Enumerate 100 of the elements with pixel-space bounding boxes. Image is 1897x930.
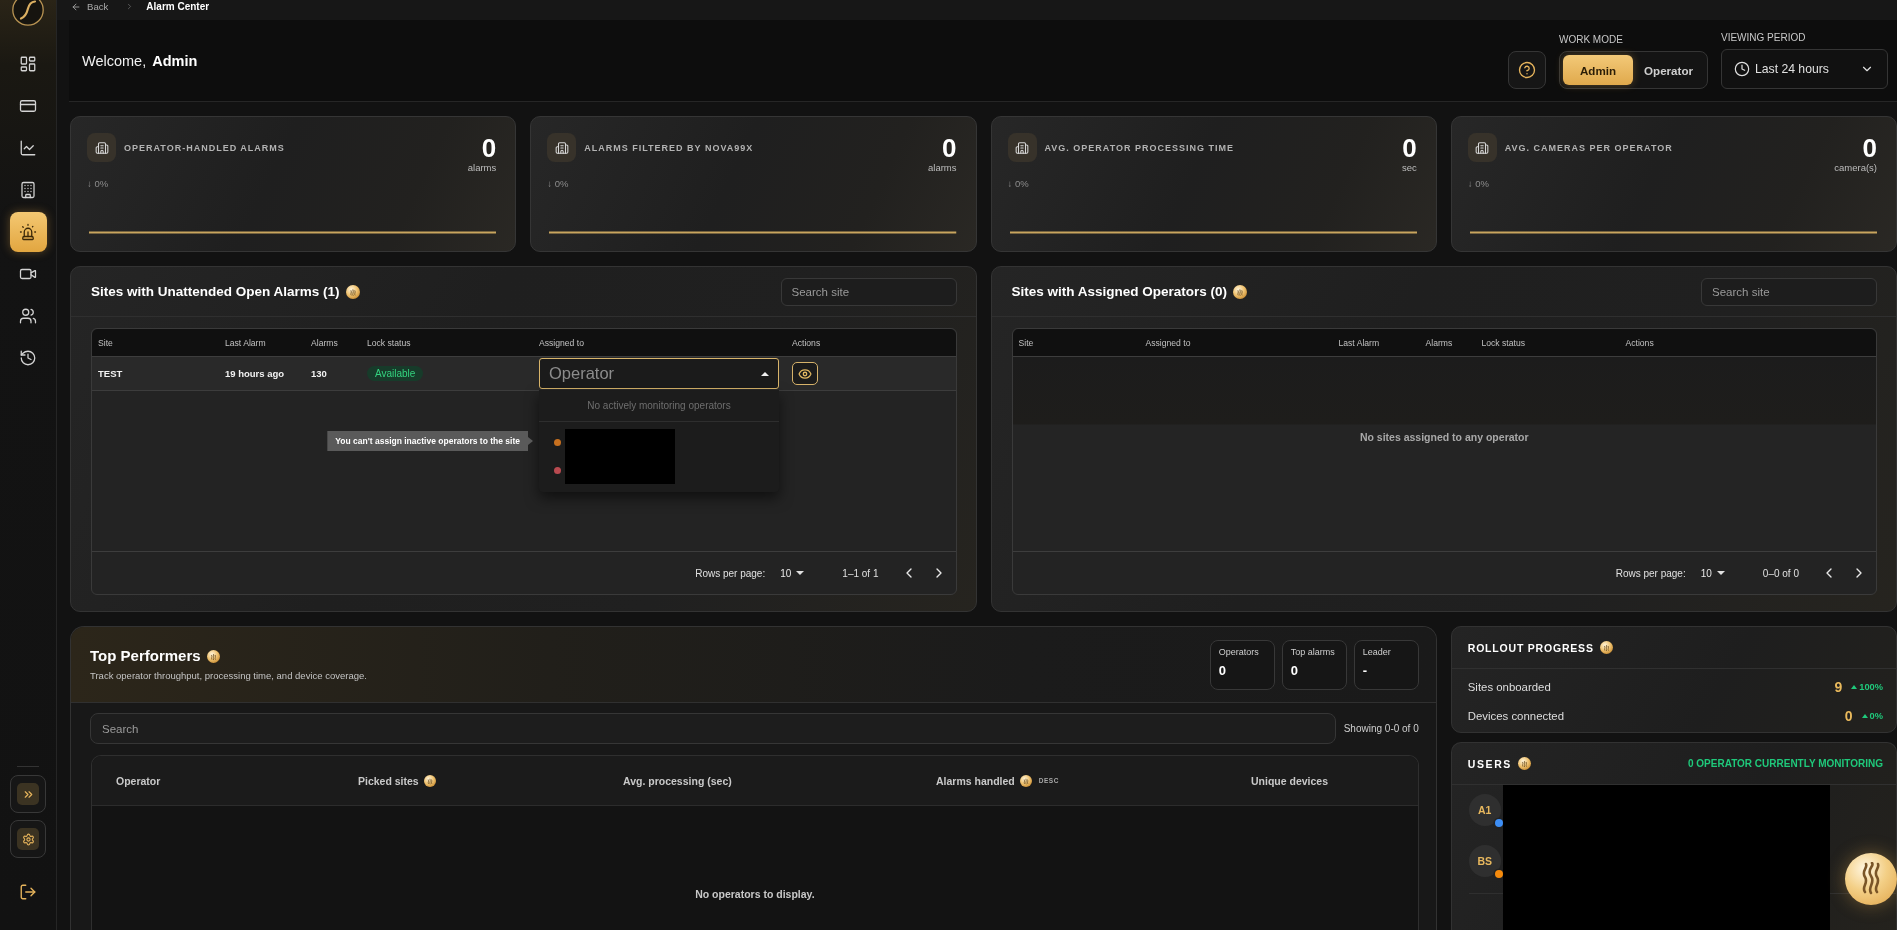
siren-icon <box>19 223 37 241</box>
rows-per-page-select[interactable]: 10 <box>780 567 805 579</box>
column-header: Avg. processing (sec) <box>623 774 732 787</box>
field-label: WORK MODE <box>1558 34 1623 46</box>
chip-value: 0 <box>1218 662 1226 678</box>
line-chart-icon <box>19 139 37 157</box>
metric-value: 9 <box>1834 679 1843 695</box>
rows-per-page-select[interactable]: 10 <box>1700 567 1725 579</box>
empty-message: No sites assigned to any operator <box>1359 431 1529 443</box>
stat-title: AVG. CAMERAS PER OPERATOR <box>1504 142 1673 153</box>
metric-value: 0 <box>1844 708 1853 724</box>
sidebar-item[interactable] <box>9 212 47 252</box>
help-button[interactable] <box>1507 51 1546 89</box>
metric-change: 0% <box>1869 711 1883 721</box>
column-header: Operator <box>116 774 161 787</box>
building-icon <box>547 133 577 162</box>
search-field[interactable]: Search <box>90 713 1336 744</box>
pagination-range: 0–0 of 0 <box>1762 567 1799 579</box>
history-icon <box>19 349 37 367</box>
up-triangle-icon <box>1861 714 1868 718</box>
stat-change: ↓ 0% <box>1007 178 1029 190</box>
status-badge: Available <box>367 366 424 381</box>
mode-option[interactable]: Admin <box>1562 55 1634 85</box>
stat-unit: alarms <box>467 162 497 174</box>
stat-value: 0 <box>1402 134 1417 162</box>
panel-subtitle: Track operator throughput, processing time, and device coverage. <box>90 670 367 682</box>
table-cell: 130 <box>311 368 327 379</box>
stat-unit: sec <box>1401 162 1417 174</box>
column-header: Site <box>98 337 113 348</box>
welcome-text: Welcome, Admin <box>82 52 198 69</box>
stat-change: ↓ 0% <box>87 178 109 190</box>
chip-label: Operators <box>1218 646 1259 658</box>
building-icon <box>1467 133 1497 162</box>
stat-value: 0 <box>942 134 957 162</box>
back-link[interactable]: Back <box>71 1 109 12</box>
stat-value: 0 <box>1862 134 1877 162</box>
search-field[interactable]: Search site <box>780 277 957 306</box>
table-cell: 19 hours ago <box>225 368 285 379</box>
column-header: Lock status <box>1481 337 1525 348</box>
column-header: Site <box>1018 337 1034 348</box>
help-icon <box>1517 61 1536 79</box>
metric-change: 100% <box>1859 682 1883 692</box>
building-icon <box>1007 133 1037 162</box>
column-header: Assigned to <box>1145 337 1191 348</box>
stat-value: 0 <box>481 134 497 162</box>
table-cell: TEST <box>98 368 123 379</box>
stat-change: ↓ 0% <box>547 178 569 190</box>
card-title: USERS <box>1467 757 1512 770</box>
arrow-left-icon <box>71 1 81 12</box>
wavy-lines-icon <box>423 774 436 787</box>
empty-message: No operators to display. <box>695 888 815 900</box>
metric-label: Devices connected <box>1467 710 1564 722</box>
caret-down-icon <box>796 571 805 575</box>
settings-button[interactable] <box>10 820 46 858</box>
period-select[interactable]: Last 24 hours <box>1721 49 1888 89</box>
logout-button[interactable] <box>19 883 37 901</box>
chip-label: Top alarms <box>1290 646 1335 658</box>
menu-note: No actively monitoring operators <box>587 400 731 411</box>
pagination-range: 1–1 of 1 <box>842 567 879 579</box>
chip-label: Leader <box>1362 646 1391 658</box>
stat-change: ↓ 0% <box>1467 178 1489 190</box>
panel-title: Sites with Unattended Open Alarms (1) <box>91 284 340 299</box>
wavy-lines-icon <box>1517 757 1531 770</box>
users-icon <box>19 307 37 325</box>
eye-icon <box>798 366 812 381</box>
clock-icon <box>1734 61 1750 77</box>
column-header: Last Alarm <box>225 337 266 348</box>
stat-title: ALARMS FILTERED BY NOVA99X <box>584 142 754 153</box>
operator-select[interactable]: Operator <box>539 358 779 389</box>
panel-title: Top Performers <box>90 647 201 665</box>
settings-icon <box>17 828 39 850</box>
column-header: Alarms handled <box>936 774 1015 787</box>
avatar: A1 <box>1468 794 1501 826</box>
monitoring-status: 0 OPERATOR CURRENTLY MONITORING <box>1687 758 1883 769</box>
search-field[interactable]: Search site <box>1701 277 1877 306</box>
logout-icon <box>19 883 37 901</box>
card-title: ROLLOUT PROGRESS <box>1467 641 1594 654</box>
caret-up-icon <box>761 371 769 376</box>
double-chevron-icon <box>17 783 39 805</box>
up-triangle-icon <box>1851 685 1858 689</box>
wavy-lines-icon <box>1019 774 1032 787</box>
stat-title: AVG. OPERATOR PROCESSING TIME <box>1044 142 1235 153</box>
mode-option[interactable]: Operator <box>1633 55 1704 85</box>
avatar: BS <box>1468 845 1501 877</box>
result-count: Showing 0-0 of 0 <box>1343 723 1419 734</box>
card-icon <box>19 97 37 115</box>
caret-down-icon <box>1716 571 1725 575</box>
pagination-label: Rows per page: <box>695 567 766 579</box>
column-header: Last Alarm <box>1338 337 1380 348</box>
breadcrumb-current: Alarm Center <box>146 1 210 12</box>
view-button[interactable] <box>792 362 818 385</box>
pagination-label: Rows per page: <box>1615 567 1686 579</box>
dashboard-icon <box>19 55 37 73</box>
wavy-lines-icon <box>1233 284 1248 299</box>
column-header: Assigned to <box>539 337 584 348</box>
building-icon <box>19 181 37 199</box>
column-header: Unique devices <box>1251 774 1329 787</box>
stat-unit: alarms <box>928 162 957 174</box>
column-header: Alarms <box>311 337 338 348</box>
chip-value: 0 <box>1290 662 1298 678</box>
